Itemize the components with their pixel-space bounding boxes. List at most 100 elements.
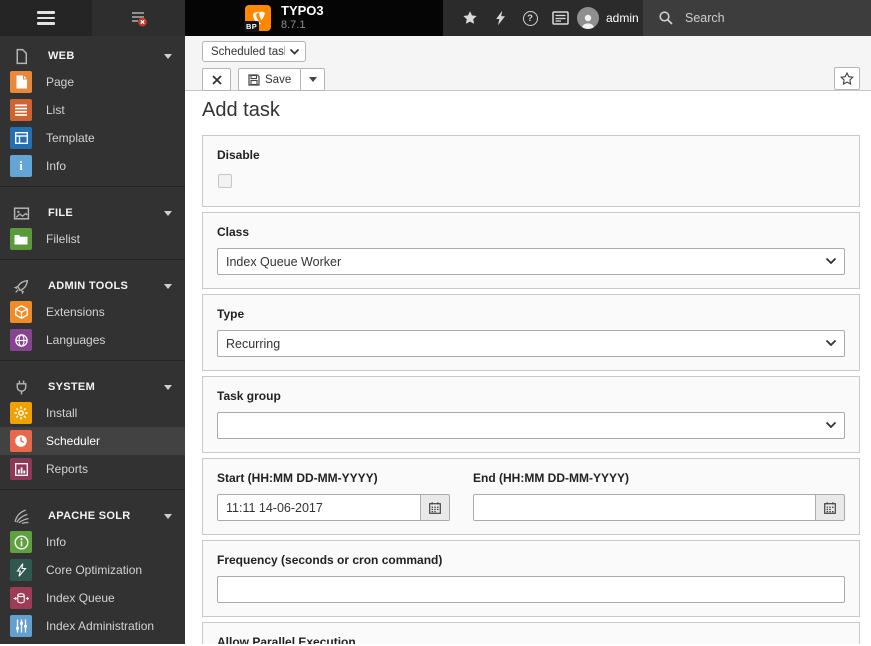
typo3-logo: BP: [244, 5, 271, 32]
cache-menu-button[interactable]: [92, 0, 185, 36]
star-outline-icon: [840, 72, 854, 85]
sidebar-item-install[interactable]: Install: [0, 399, 185, 427]
form-section-task-group: Task group: [202, 376, 860, 453]
end-input-group: [473, 494, 845, 521]
product-version: 8.7.1: [281, 19, 306, 32]
end-input[interactable]: [473, 494, 816, 521]
save-options-button[interactable]: [301, 68, 326, 91]
chevron-down-icon: [164, 211, 172, 216]
info-circle-icon: [13, 534, 29, 550]
list-with-badge-icon: [131, 12, 147, 27]
bookmark-button[interactable]: [834, 67, 860, 90]
gear-icon: [14, 406, 28, 420]
document-icon: [16, 48, 28, 64]
frequency-input[interactable]: [217, 576, 845, 603]
module-function-select[interactable]: Scheduled tasks: [202, 41, 306, 62]
menu-group-admin-tools[interactable]: ADMIN TOOLS: [0, 274, 185, 298]
start-input[interactable]: [217, 494, 421, 521]
sidebar-item-reports[interactable]: Reports: [0, 455, 185, 483]
systeminfo-toolbar-button[interactable]: [545, 0, 575, 36]
chevron-down-icon: [164, 54, 172, 59]
product-name: TYPO3: [281, 3, 324, 19]
sidebar-item-core-optimization[interactable]: Core Optimization: [0, 556, 185, 584]
clear-cache-toolbar-button[interactable]: [485, 0, 515, 36]
sidebar-item-extensions[interactable]: Extensions: [0, 298, 185, 326]
disable-label: Disable: [217, 148, 260, 162]
end-datepicker-button[interactable]: [816, 494, 845, 521]
sidebar-item-scheduler[interactable]: Scheduler: [0, 427, 185, 455]
sidebar-item-page[interactable]: Page: [0, 68, 185, 96]
class-select[interactable]: Index Queue Worker: [217, 248, 845, 275]
search-bar[interactable]: [643, 0, 871, 36]
sidebar-toggle-button[interactable]: [0, 0, 92, 36]
sidebar-item-index-queue[interactable]: Index Queue: [0, 584, 185, 612]
close-button[interactable]: [202, 68, 231, 91]
task-group-select[interactable]: [217, 412, 845, 439]
rocket-icon: [13, 279, 29, 294]
start-field-column: Start (HH:MM DD-MM-YYYY): [217, 471, 450, 521]
database-queue-icon: [13, 592, 29, 603]
type-select[interactable]: Recurring: [217, 330, 845, 357]
clock-icon: [15, 435, 27, 447]
form-section-class: Class Index Queue Worker: [202, 212, 860, 289]
plug-icon: [16, 380, 27, 394]
bolt-icon: [495, 10, 505, 26]
bar-chart-icon: [14, 462, 28, 476]
disable-checkbox[interactable]: [218, 174, 232, 188]
sidebar-item-list[interactable]: List: [0, 96, 185, 124]
class-select-wrap: Index Queue Worker: [217, 248, 845, 275]
chevron-down-icon: [164, 284, 172, 289]
chevron-down-icon: [164, 514, 172, 519]
star-icon: [463, 11, 477, 24]
form-section-disable: Disable: [202, 135, 860, 207]
toolbar: ? admin: [443, 0, 643, 36]
search-icon: [659, 11, 673, 25]
docheader-buttons: Save: [202, 68, 860, 91]
sidebar-item-solr-info[interactable]: Info: [0, 528, 185, 556]
folder-icon: [14, 234, 28, 244]
sidebar-item-template[interactable]: Template: [0, 124, 185, 152]
end-field-column: End (HH:MM DD-MM-YYYY): [473, 471, 845, 521]
logo-badge: BP: [244, 21, 260, 32]
bookmarks-toolbar-button[interactable]: [455, 0, 485, 36]
menu-section-system: SYSTEM Install Scheduler Reports: [0, 371, 185, 490]
globe-icon: [14, 333, 28, 347]
user-menu-button[interactable]: admin: [577, 7, 639, 29]
help-toolbar-button[interactable]: ?: [515, 0, 545, 36]
menu-group-web[interactable]: WEB: [0, 44, 185, 68]
page-icon: [16, 75, 27, 89]
caret-down-icon: [308, 77, 317, 82]
system-information-icon: [551, 11, 569, 25]
template-icon: [14, 132, 28, 144]
menu-section-file: FILE Filelist: [0, 197, 185, 260]
sidebar-item-index-administration[interactable]: Index Administration: [0, 612, 185, 640]
menu-section-apache-solr: APACHE SOLR Info Core Optimization Index…: [0, 500, 185, 646]
sidebar-item-info[interactable]: i Info: [0, 152, 185, 180]
sliders-icon: [15, 619, 27, 633]
brand-area: BP TYPO3 8.7.1: [185, 0, 443, 36]
menu-group-system[interactable]: SYSTEM: [0, 375, 185, 399]
end-label: End (HH:MM DD-MM-YYYY): [473, 471, 629, 485]
save-button[interactable]: Save: [238, 68, 302, 91]
search-input[interactable]: [683, 10, 833, 26]
lightning-icon: [15, 563, 27, 577]
sidebar-item-languages[interactable]: Languages: [0, 326, 185, 354]
cube-icon: [14, 305, 28, 319]
info-icon: i: [19, 158, 23, 173]
hamburger-icon: [37, 11, 55, 25]
type-label: Type: [217, 307, 245, 321]
menu-group-apache-solr[interactable]: APACHE SOLR: [0, 504, 185, 528]
type-select-wrap: Recurring: [217, 330, 845, 357]
list-icon: [15, 104, 27, 116]
form-section-start-end: Start (HH:MM DD-MM-YYYY) End (HH:MM DD-M…: [202, 458, 860, 535]
calendar-icon: [824, 501, 836, 514]
menu-section-web: WEB Page List Template i Info: [0, 40, 185, 187]
avatar: [577, 7, 599, 29]
sidebar-item-filelist[interactable]: Filelist: [0, 225, 185, 253]
module-menu: WEB Page List Template i Info FILE Filel…: [0, 36, 185, 644]
start-input-group: [217, 494, 450, 521]
topbar: BP TYPO3 8.7.1 ? admin Search: [0, 0, 871, 36]
menu-group-file[interactable]: FILE: [0, 201, 185, 225]
task-group-select-wrap: [217, 412, 845, 439]
start-datepicker-button[interactable]: [421, 494, 450, 521]
